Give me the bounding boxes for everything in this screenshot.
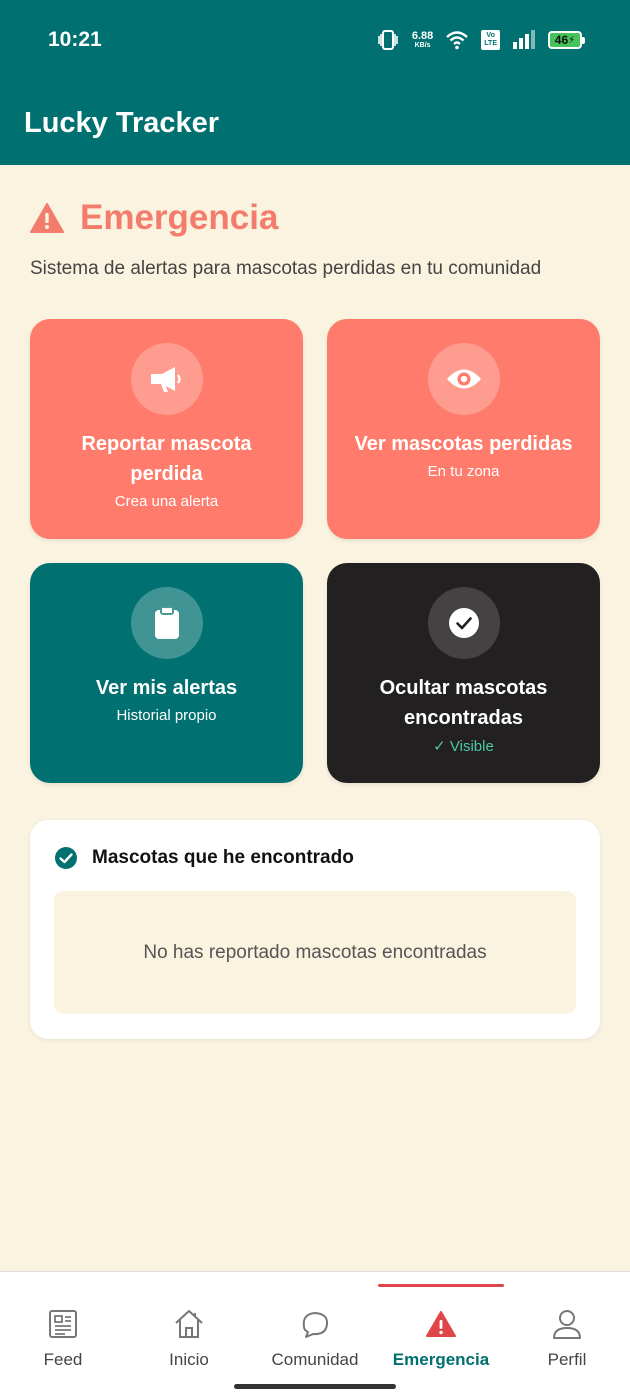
volte-line1: Vo bbox=[486, 32, 495, 39]
battery-level: 46 bbox=[554, 33, 569, 47]
app-bar: Lucky Tracker bbox=[0, 80, 630, 165]
volte-line2: LTE bbox=[484, 40, 497, 47]
view-lost-pets-circle bbox=[427, 343, 500, 415]
found-pets-title: Mascotas que he encontrado bbox=[92, 847, 354, 868]
page-header: Emergencia bbox=[30, 198, 278, 238]
my-alerts-card[interactable]: Ver mis alertas Historial propio bbox=[30, 563, 303, 783]
status-time: 10:21 bbox=[48, 28, 102, 51]
nav-inicio-label: Inicio bbox=[169, 1350, 209, 1369]
nav-emergencia[interactable]: Emergencia bbox=[378, 1272, 504, 1372]
signal-icon bbox=[513, 30, 535, 49]
home-gesture-bar[interactable] bbox=[234, 1384, 396, 1389]
newspaper-icon bbox=[49, 1310, 77, 1338]
volte-icon: Vo LTE bbox=[481, 30, 500, 50]
hide-found-pets-card[interactable]: Ocultar mascotas encontradas ✓ Visible bbox=[327, 563, 600, 783]
nav-perfil[interactable]: Perfil bbox=[504, 1272, 630, 1372]
report-lost-pet-title: Reportar mascota perdida bbox=[81, 433, 252, 485]
my-alerts-circle bbox=[130, 587, 203, 659]
view-lost-pets-subtitle: En tu zona bbox=[427, 463, 500, 480]
charging-bolt-icon: ⚡ bbox=[568, 34, 576, 46]
nav-perfil-label: Perfil bbox=[547, 1350, 587, 1369]
page-subtitle: Sistema de alertas para mascotas perdida… bbox=[30, 258, 542, 279]
status-bar: 10:21 6.88 KB/s Vo LTE 46 ⚡ bbox=[0, 0, 630, 80]
hide-found-pets-circle bbox=[427, 587, 500, 659]
nav-emergencia-label: Emergencia bbox=[392, 1350, 490, 1369]
view-lost-pets-title: Ver mascotas perdidas bbox=[354, 433, 573, 455]
network-speed: 6.88 KB/s bbox=[411, 30, 434, 50]
wifi-icon bbox=[446, 31, 469, 50]
vibrate-icon bbox=[378, 30, 398, 50]
nav-comunidad[interactable]: Comunidad bbox=[252, 1272, 378, 1372]
network-speed-unit: KB/s bbox=[414, 42, 431, 49]
my-alerts-subtitle: Historial propio bbox=[116, 707, 217, 724]
chat-icon bbox=[302, 1312, 329, 1338]
person-icon bbox=[553, 1310, 581, 1339]
app-title: Lucky Tracker bbox=[24, 107, 220, 139]
page-title: Emergencia bbox=[80, 198, 279, 237]
check-icon bbox=[448, 608, 479, 638]
warning-icon bbox=[426, 1311, 456, 1337]
network-speed-value: 6.88 bbox=[411, 30, 434, 42]
nav-comunidad-label: Comunidad bbox=[271, 1350, 359, 1369]
view-lost-pets-card[interactable]: Ver mascotas perdidas En tu zona bbox=[327, 319, 600, 539]
battery-icon: 46 ⚡ bbox=[548, 31, 585, 49]
bottom-nav: Feed Inicio Comunidad Emergencia Perfil bbox=[0, 1271, 630, 1400]
report-lost-pet-card[interactable]: Reportar mascota perdida Crea una alerta bbox=[30, 319, 303, 539]
clipboard-icon bbox=[154, 606, 179, 639]
found-pets-empty-state: No has reportado mascotas encontradas bbox=[54, 891, 576, 1014]
visibility-status: ✓ Visible bbox=[433, 738, 494, 755]
megaphone-icon bbox=[150, 367, 181, 392]
warning-icon bbox=[30, 203, 64, 233]
my-alerts-title: Ver mis alertas bbox=[95, 677, 238, 699]
home-icon bbox=[175, 1310, 203, 1338]
nav-feed-label: Feed bbox=[43, 1350, 83, 1369]
status-icons: 6.88 KB/s Vo LTE 46 ⚡ bbox=[376, 28, 585, 52]
eye-icon bbox=[446, 369, 481, 389]
hide-found-pets-title: Ocultar mascotas encontradas bbox=[379, 677, 548, 729]
nav-inicio[interactable]: Inicio bbox=[126, 1272, 252, 1372]
check-circle-icon bbox=[55, 847, 77, 869]
found-pets-header: Mascotas que he encontrado bbox=[54, 846, 354, 870]
report-lost-pet-circle bbox=[130, 343, 203, 415]
found-pets-section: Mascotas que he encontrado No has report… bbox=[30, 820, 600, 1039]
nav-feed[interactable]: Feed bbox=[0, 1272, 126, 1372]
report-lost-pet-subtitle: Crea una alerta bbox=[114, 493, 219, 510]
